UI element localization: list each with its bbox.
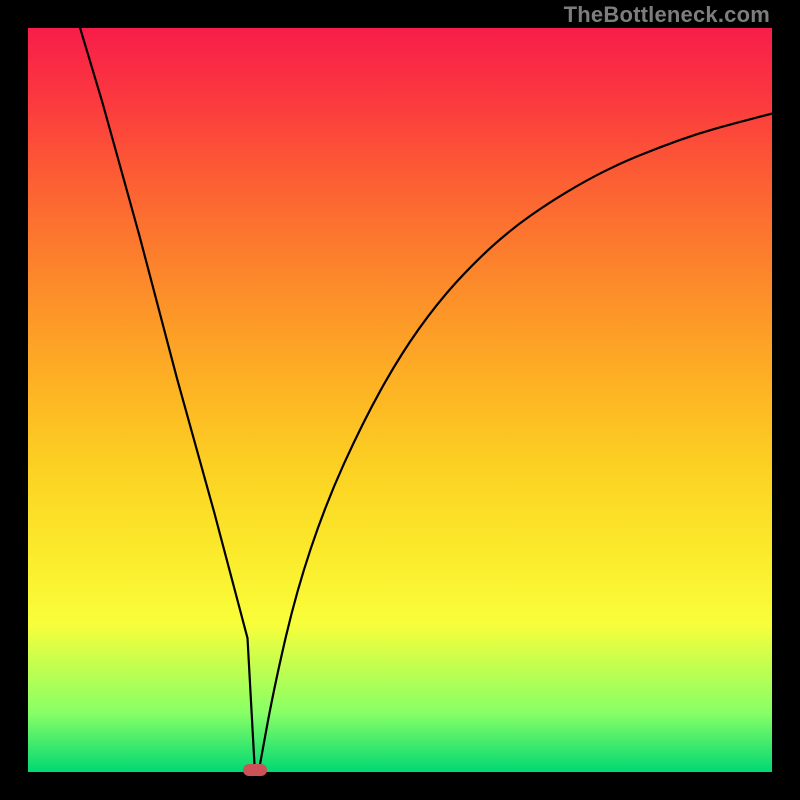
- chart-plot-area: [28, 28, 772, 772]
- watermark-text: TheBottleneck.com: [564, 2, 770, 28]
- chart-min-marker: [243, 764, 267, 776]
- chart-curve: [28, 28, 772, 772]
